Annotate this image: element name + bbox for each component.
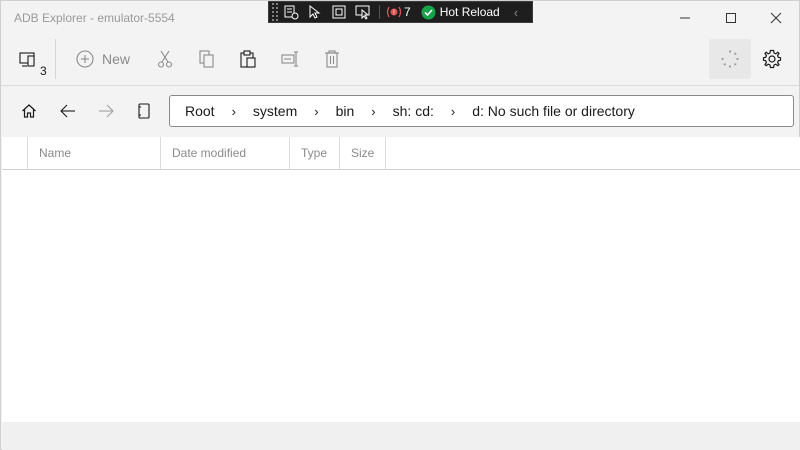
column-size-label: Size xyxy=(351,146,375,160)
delete-button[interactable] xyxy=(320,41,344,77)
column-name-label: Name xyxy=(39,146,72,160)
breadcrumb-chevron-icon: › xyxy=(450,103,456,119)
minimize-button[interactable] xyxy=(662,1,708,35)
device-count-badge: 3 xyxy=(40,64,47,78)
forward-button[interactable] xyxy=(93,98,119,124)
check-circle-icon xyxy=(421,5,436,19)
loading-indicator xyxy=(709,39,751,79)
phone-icon xyxy=(138,103,150,119)
device-root-button[interactable] xyxy=(131,98,157,124)
scissors-icon xyxy=(157,50,173,68)
trash-icon xyxy=(325,50,339,68)
column-type-label: Type xyxy=(301,146,328,160)
new-button[interactable]: New xyxy=(71,41,135,77)
column-header-date-modified[interactable]: Date modified xyxy=(160,137,289,169)
loading-spinner-icon xyxy=(721,50,739,68)
debug-toolbar: ! 7 Hot Reload ‹ xyxy=(268,1,533,23)
new-button-label: New xyxy=(101,51,130,67)
cursor-select-icon xyxy=(309,4,321,19)
cut-button[interactable] xyxy=(153,41,177,77)
back-button[interactable] xyxy=(55,98,81,124)
gear-icon xyxy=(762,49,782,69)
arrow-right-icon xyxy=(99,104,114,118)
paste-icon xyxy=(240,50,256,68)
column-header-row: Name Date modified Type Size xyxy=(2,137,800,170)
column-header-size[interactable]: Size xyxy=(339,137,386,169)
window-title: ADB Explorer - emulator-5554 xyxy=(14,11,175,25)
home-button[interactable] xyxy=(16,98,42,124)
column-date-label: Date modified xyxy=(172,146,247,160)
column-header-selector[interactable] xyxy=(2,137,27,169)
breadcrumb-item[interactable]: Root xyxy=(185,103,215,119)
copy-icon xyxy=(199,50,214,68)
maximize-button[interactable] xyxy=(708,1,754,35)
devices-icon xyxy=(19,52,35,67)
live-visual-tree-button[interactable] xyxy=(279,2,303,22)
column-header-type[interactable]: Type xyxy=(289,137,339,169)
copy-button[interactable] xyxy=(195,41,219,77)
command-toolbar: 3 New xyxy=(1,35,799,85)
drag-handle[interactable] xyxy=(271,2,279,22)
debug-separator xyxy=(379,5,380,19)
binding-error-icon: ! xyxy=(386,6,402,18)
binding-error-count: 7 xyxy=(404,5,411,19)
column-header-name[interactable]: Name xyxy=(27,137,160,169)
breadcrumb-item[interactable]: sh: cd: xyxy=(393,103,434,119)
track-focus-button[interactable] xyxy=(351,2,375,22)
app-window: ADB Explorer - emulator-5554 ! 7 Hot Rel… xyxy=(0,0,800,450)
breadcrumb-chevron-icon: › xyxy=(231,103,236,119)
breadcrumb-item[interactable]: bin xyxy=(336,103,355,119)
status-bar xyxy=(2,422,800,450)
select-element-button[interactable] xyxy=(303,2,327,22)
close-button[interactable] xyxy=(753,1,799,35)
close-icon xyxy=(770,12,782,24)
maximize-icon xyxy=(726,13,736,23)
visual-tree-icon xyxy=(284,5,299,20)
breadcrumb-item[interactable]: system xyxy=(253,103,297,119)
arrow-left-icon xyxy=(60,104,75,118)
add-circle-icon xyxy=(76,50,94,68)
breadcrumb[interactable]: Root › system › bin › sh: cd: › d: No such file … xyxy=(169,95,794,127)
rename-button[interactable] xyxy=(279,41,303,77)
hot-reload-indicator[interactable]: Hot Reload xyxy=(421,5,500,20)
display-adorners-button[interactable] xyxy=(327,2,351,22)
collapse-chevron-icon[interactable]: ‹ xyxy=(514,5,518,20)
toolbar-divider xyxy=(55,39,56,79)
home-icon xyxy=(22,104,36,118)
adorner-icon xyxy=(332,5,346,19)
focus-cursor-icon xyxy=(355,5,370,20)
settings-button[interactable] xyxy=(759,41,785,77)
binding-errors-indicator[interactable]: ! 7 xyxy=(386,5,411,19)
hot-reload-label: Hot Reload xyxy=(439,5,500,19)
svg-text:!: ! xyxy=(393,10,395,17)
breadcrumb-item[interactable]: d: No such file or directory xyxy=(472,103,635,119)
minimize-icon xyxy=(680,17,690,19)
rename-icon xyxy=(281,51,298,67)
navigation-bar: Root › system › bin › sh: cd: › d: No such file … xyxy=(1,86,799,136)
file-list[interactable]: Name Date modified Type Size xyxy=(2,137,800,422)
breadcrumb-chevron-icon: › xyxy=(314,103,319,119)
breadcrumb-chevron-icon: › xyxy=(371,103,376,119)
paste-button[interactable] xyxy=(236,41,260,77)
